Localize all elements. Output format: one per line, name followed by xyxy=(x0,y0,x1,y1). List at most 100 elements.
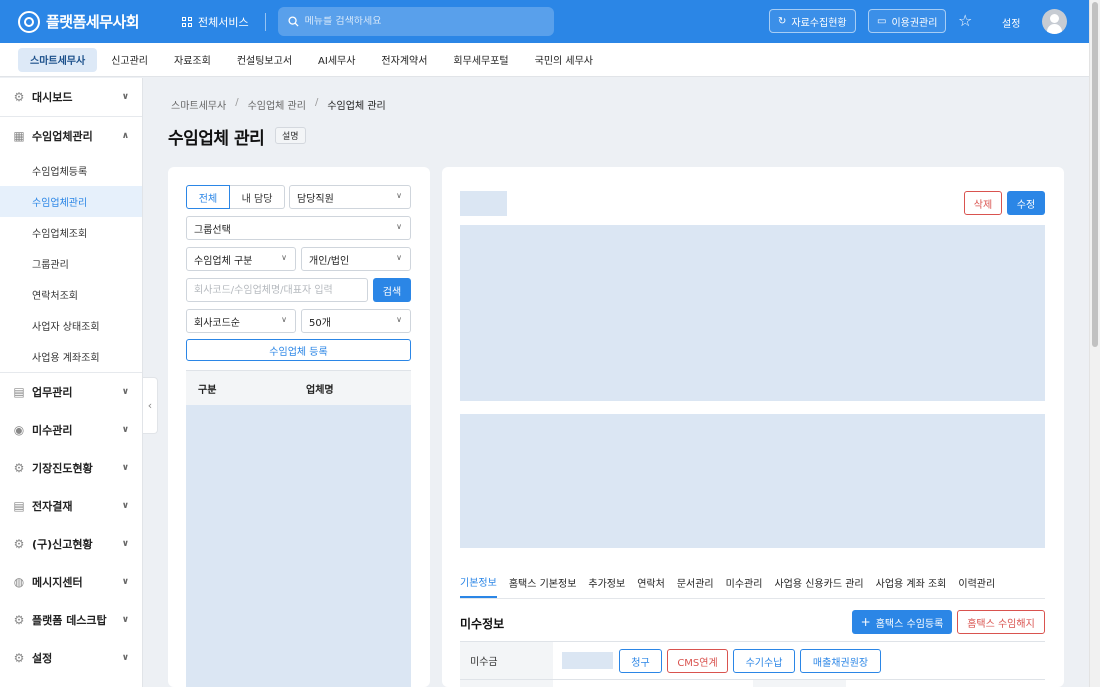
cms-link-button[interactable]: CMS연계 xyxy=(667,649,728,673)
sidebar-item-label: 업무관리 xyxy=(32,386,73,399)
tab-basic-info[interactable]: 기본정보 xyxy=(460,566,497,598)
sidebar-item-label: 수임업체관리 xyxy=(32,130,93,143)
staff-select[interactable]: 담당직원 ∨ xyxy=(289,185,411,209)
tab-receivables[interactable]: 미수관리 xyxy=(726,566,763,598)
tab-credit-card[interactable]: 사업용 신용카드 관리 xyxy=(774,566,863,598)
content-placeholder xyxy=(460,414,1045,548)
chevron-down-icon: ∨ xyxy=(121,92,129,102)
client-search-input[interactable] xyxy=(186,278,368,302)
sidebar-item-old-filing[interactable]: ⚙ (구)신고현황 ∨ xyxy=(0,525,142,563)
register-client-button[interactable]: 수임업체 등록 xyxy=(186,339,411,361)
receivable-row: 미수금 청구 CMS연계 수기수납 매출채권원장 xyxy=(460,641,1045,680)
sidebar-item-message-center[interactable]: ◍ 메시지센터 ∨ xyxy=(0,563,142,601)
chevron-down-icon: ∨ xyxy=(121,653,129,663)
page-size-select[interactable]: 50개 ∨ xyxy=(301,309,411,333)
star-icon[interactable]: ☆ xyxy=(958,11,972,30)
page-scrollbar[interactable] xyxy=(1089,0,1100,687)
chevron-down-icon: ∨ xyxy=(121,463,129,473)
tab-contacts[interactable]: 연락처 xyxy=(637,566,665,598)
group-select[interactable]: 그룹선택 ∨ xyxy=(186,216,411,240)
license-mgmt-label: 이용권관리 xyxy=(891,17,938,29)
sidebar-item-work[interactable]: ▤ 업무관리 ∨ xyxy=(0,373,142,411)
menu-item-public-tax[interactable]: 국민의 세무사 xyxy=(523,48,605,72)
sidebar-item-client-mgmt[interactable]: ▦ 수임업체관리 ∧ xyxy=(0,117,142,155)
refresh-icon: ↻ xyxy=(778,15,787,27)
menu-item-data-lookup[interactable]: 자료조회 xyxy=(162,48,223,72)
breadcrumb-current: 수임업체 관리 xyxy=(327,101,386,112)
briefcase-icon: ▤ xyxy=(13,385,25,399)
chevron-down-icon: ∨ xyxy=(121,501,129,511)
scrollbar-thumb[interactable] xyxy=(1092,2,1098,347)
menu-item-filing[interactable]: 신고관리 xyxy=(99,48,160,72)
chevron-down-icon: ∨ xyxy=(396,253,402,262)
header-divider xyxy=(264,12,266,31)
sidebar-subitem-register[interactable]: 수임업체등록 xyxy=(0,155,142,186)
chevron-down-icon: ∨ xyxy=(121,539,129,549)
menu-item-portal[interactable]: 회무세무포털 xyxy=(441,48,520,72)
search-button[interactable]: 검색 xyxy=(373,278,411,302)
won-coin-icon: ◉ xyxy=(13,423,25,437)
bill-button[interactable]: 청구 xyxy=(619,649,662,673)
collect-status-button[interactable]: ↻ 자료수집현황 xyxy=(769,9,856,33)
client-mgmt-submenu: 수임업체등록 수임업체관리 수임업체조회 그룹관리 연락처조회 사업자 상태조회… xyxy=(0,155,142,372)
chevron-down-icon: ∨ xyxy=(121,425,129,435)
client-type-select[interactable]: 수임업체 구분 ∨ xyxy=(186,247,296,271)
sidebar-item-receivables[interactable]: ◉ 미수관리 ∨ xyxy=(0,411,142,449)
sidebar-item-e-approval[interactable]: ▤ 전자결재 ∨ xyxy=(0,487,142,525)
receivables-ledger-button[interactable]: 매출채권원장 xyxy=(800,649,881,673)
entity-type-select[interactable]: 개인/법인 ∨ xyxy=(301,247,411,271)
menu-item-consulting[interactable]: 컨설팅보고서 xyxy=(225,48,304,72)
license-mgmt-button[interactable]: ▭ 이용권관리 xyxy=(868,9,947,33)
tab-hometax-info[interactable]: 홈택스 기본정보 xyxy=(509,566,577,598)
sidebar-item-desktop[interactable]: ⚙ 플랫폼 데스크탑 ∨ xyxy=(0,601,142,639)
sidebar-item-bookkeeping[interactable]: ⚙ 기장진도현황 ∨ xyxy=(0,449,142,487)
card-icon: ▭ xyxy=(877,15,887,27)
sidebar-subitem-manage[interactable]: 수임업체관리 xyxy=(0,186,142,217)
sidebar-item-label: 설정 xyxy=(32,652,53,665)
sidebar-item-settings[interactable]: ⚙ 설정 ∨ xyxy=(0,639,142,677)
tab-biz-account[interactable]: 사업용 계좌 조회 xyxy=(876,566,947,598)
sort-select[interactable]: 회사코드순 ∨ xyxy=(186,309,296,333)
hometax-cancel-button[interactable]: 홈택스 수임해지 xyxy=(957,610,1045,634)
description-button[interactable]: 설명 xyxy=(275,127,306,144)
menu-item-e-contract[interactable]: 전자계약서 xyxy=(369,48,439,72)
edit-button[interactable]: 수정 xyxy=(1007,191,1045,215)
menu-item-ai-tax[interactable]: AI세무사 xyxy=(306,48,367,72)
toggle-mine[interactable]: 내 담당 xyxy=(230,185,285,209)
tab-history[interactable]: 이력관리 xyxy=(958,566,995,598)
all-services-button[interactable]: 전체서비스 xyxy=(182,14,249,30)
chevron-down-icon: ∨ xyxy=(121,577,129,587)
tab-documents[interactable]: 문서관리 xyxy=(677,566,714,598)
manual-payment-button[interactable]: 수기수납 xyxy=(733,649,795,673)
sidebar-collapse-button[interactable]: ‹ xyxy=(143,377,158,434)
section-title: 미수정보 xyxy=(460,617,505,631)
menu-search[interactable] xyxy=(277,7,554,36)
menu-search-input[interactable] xyxy=(304,16,535,27)
sidebar-subitem-biz-account[interactable]: 사업용 계좌조회 xyxy=(0,341,142,372)
column-name: 업체명 xyxy=(306,384,334,396)
breadcrumb-item[interactable]: 스마트세무사 xyxy=(171,97,226,112)
logo[interactable]: 플랫폼세무사회 xyxy=(18,10,168,33)
sidebar-item-label: 대시보드 xyxy=(32,91,73,104)
menu-item-smart-tax[interactable]: 스마트세무사 xyxy=(18,47,98,72)
toggle-all[interactable]: 전체 xyxy=(186,185,230,209)
settings-link[interactable]: 설정 xyxy=(1002,15,1020,30)
sidebar-subitem-biz-status[interactable]: 사업자 상태조회 xyxy=(0,310,142,341)
message-icon: ◍ xyxy=(13,575,25,589)
sidebar-item-dashboard[interactable]: ⚙ 대시보드 ∨ xyxy=(0,78,142,116)
sidebar-subitem-contacts[interactable]: 연락처조회 xyxy=(0,279,142,310)
sidebar-subitem-lookup[interactable]: 수임업체조회 xyxy=(0,217,142,248)
chevron-up-icon: ∧ xyxy=(121,131,129,141)
sidebar-subitem-groups[interactable]: 그룹관리 xyxy=(0,248,142,279)
logo-text: 플랫폼세무사회 xyxy=(46,13,140,31)
breadcrumb-item[interactable]: 수임업체 관리 xyxy=(248,97,306,112)
tab-additional-info[interactable]: 추가정보 xyxy=(588,566,625,598)
delete-button[interactable]: 삭제 xyxy=(964,191,1002,215)
sidebar-item-label: 미수관리 xyxy=(32,424,73,437)
hometax-register-button[interactable]: + 홈택스 수임등록 xyxy=(852,610,952,634)
entity-type-value: 개인/법인 xyxy=(309,255,350,267)
avatar[interactable] xyxy=(1042,9,1067,34)
assignment-toggle: 전체 내 담당 xyxy=(186,185,285,209)
title-placeholder xyxy=(460,191,507,216)
detail-tabs: 기본정보 홈택스 기본정보 추가정보 연락처 문서관리 미수관리 사업용 신용카… xyxy=(460,566,1007,598)
